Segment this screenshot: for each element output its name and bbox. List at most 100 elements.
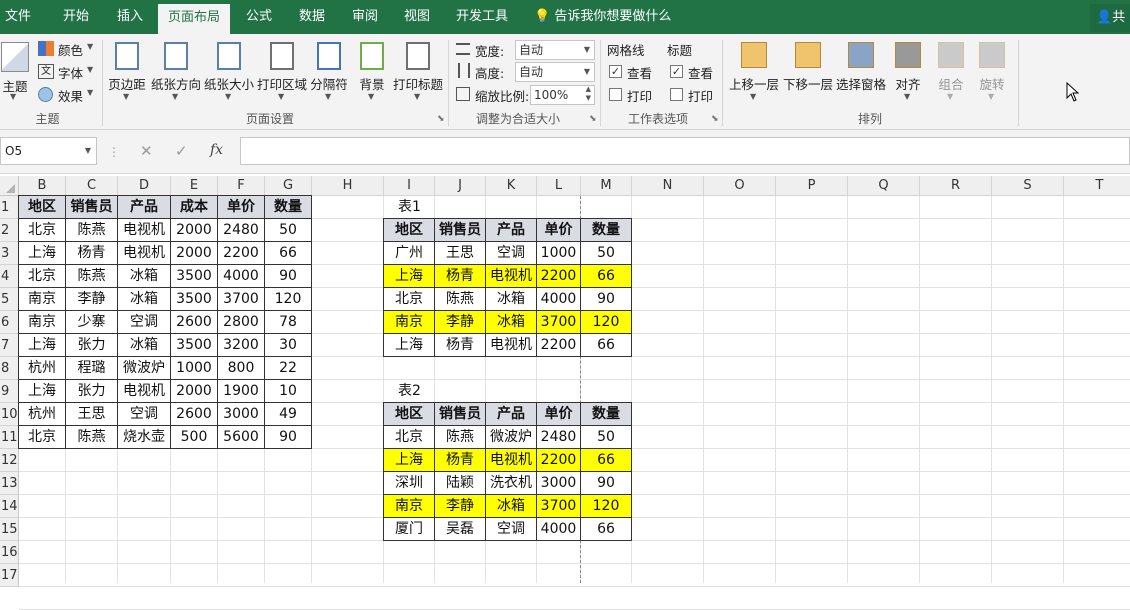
table1-cell[interactable]: 90 (581, 288, 632, 311)
table1-header[interactable]: 地区 (384, 219, 435, 242)
insert-function-button[interactable]: fx (210, 142, 223, 158)
column-header-C[interactable]: C (66, 176, 118, 196)
row-header-8[interactable]: 8 (0, 357, 19, 380)
main-table-header[interactable]: 单价 (218, 196, 265, 219)
row-header-3[interactable]: 3 (0, 242, 19, 265)
main-table-header[interactable]: 产品 (118, 196, 171, 219)
main-table-cell[interactable]: 10 (265, 380, 312, 403)
table2-cell[interactable]: 120 (581, 495, 632, 518)
rotate-button[interactable]: 旋转 ▼ (974, 40, 1010, 104)
ribbon-tab-3[interactable]: 页面布局 (158, 4, 230, 34)
main-table-cell[interactable]: 30 (265, 334, 312, 357)
height-dropdown[interactable]: 自动 ▼ (515, 62, 595, 82)
main-table-cell[interactable]: 南京 (19, 288, 66, 311)
table2-cell[interactable]: 上海 (384, 449, 435, 472)
main-table-cell[interactable]: 上海 (19, 334, 66, 357)
table1-cell[interactable]: 广州 (384, 242, 435, 265)
row-header-2[interactable]: 2 (0, 219, 19, 242)
main-table-cell[interactable]: 杭州 (19, 403, 66, 426)
row-header-17[interactable]: 17 (0, 564, 19, 587)
row-header-13[interactable]: 13 (0, 472, 19, 495)
column-header-F[interactable]: F (218, 176, 265, 196)
main-table-cell[interactable]: 2800 (218, 311, 265, 334)
row-header-15[interactable]: 15 (0, 518, 19, 541)
main-table-cell[interactable]: 1900 (218, 380, 265, 403)
table2-header[interactable]: 单价 (537, 403, 581, 426)
table1-cell[interactable]: 66 (581, 334, 632, 357)
table2-cell[interactable]: 南京 (384, 495, 435, 518)
main-table-cell[interactable]: 2600 (171, 311, 218, 334)
enter-icon[interactable]: ✓ (175, 142, 188, 160)
gridlines-print-checkbox[interactable]: 打印 (609, 86, 664, 104)
table2-cell[interactable]: 陆颖 (435, 472, 486, 495)
row-header-9[interactable]: 9 (0, 380, 19, 403)
table1-cell[interactable]: 1000 (537, 242, 581, 265)
main-table-cell[interactable]: 张力 (66, 334, 118, 357)
main-table-cell[interactable]: 3500 (171, 288, 218, 311)
row-header-4[interactable]: 4 (0, 265, 19, 288)
table1-cell[interactable]: 3700 (537, 311, 581, 334)
table2-cell[interactable]: 微波炉 (486, 426, 537, 449)
column-header-E[interactable]: E (171, 176, 218, 196)
table2-cell[interactable]: 深圳 (384, 472, 435, 495)
main-table-header[interactable]: 地区 (19, 196, 66, 219)
table2-cell[interactable]: 3700 (537, 495, 581, 518)
ribbon-tab-1[interactable]: 开始 (44, 0, 108, 34)
table1-cell[interactable]: 冰箱 (486, 311, 537, 334)
table2-cell[interactable]: 厦门 (384, 518, 435, 541)
column-header-S[interactable]: S (992, 176, 1064, 196)
main-table-cell[interactable]: 3500 (171, 265, 218, 288)
table1-cell[interactable]: 空调 (486, 242, 537, 265)
main-table-cell[interactable]: 500 (171, 426, 218, 449)
tell-me-search[interactable]: 💡 告诉我你想要做什么 (534, 0, 671, 34)
column-header-O[interactable]: O (704, 176, 776, 196)
row-header-7[interactable]: 7 (0, 334, 19, 357)
table1-cell[interactable]: 王思 (435, 242, 486, 265)
main-table-cell[interactable]: 北京 (19, 219, 66, 242)
formula-bar-splitter[interactable]: ⋮ (108, 145, 120, 159)
column-header-N[interactable]: N (632, 176, 704, 196)
main-table-cell[interactable]: 2000 (171, 242, 218, 265)
ribbon-tab-5[interactable]: 数据 (288, 0, 336, 34)
scale-spinner[interactable]: 100% ▲ ▼ (530, 85, 595, 105)
headings-print-checkbox[interactable]: 打印 (670, 86, 725, 104)
breaks-button[interactable]: 分隔符 ▼ (308, 40, 350, 104)
table1-cell[interactable]: 陈燕 (435, 288, 486, 311)
formula-input[interactable] (240, 137, 1130, 165)
main-table-cell[interactable]: 120 (265, 288, 312, 311)
selection-pane-button[interactable]: 选择窗格 (834, 40, 888, 104)
main-table-cell[interactable]: 北京 (19, 426, 66, 449)
ribbon-tab-4[interactable]: 公式 (234, 0, 284, 34)
themes-button[interactable]: 主题 ▼ (0, 40, 32, 101)
ribbon-tab-2[interactable]: 插入 (104, 0, 156, 34)
group-button[interactable]: 组合 ▼ (932, 40, 970, 104)
row-header-12[interactable]: 12 (0, 449, 19, 472)
main-table-cell[interactable]: 1000 (171, 357, 218, 380)
row-header-10[interactable]: 10 (0, 403, 19, 426)
dialog-launcher-icon[interactable]: ⬊ (589, 114, 597, 124)
bring-forward-button[interactable]: 上移一层 ▼ (728, 40, 780, 104)
main-table-cell[interactable]: 2000 (171, 380, 218, 403)
main-table-cell[interactable]: 49 (265, 403, 312, 426)
main-table-cell[interactable]: 2480 (218, 219, 265, 242)
table1-cell[interactable]: 120 (581, 311, 632, 334)
orientation-button[interactable]: 纸张方向 ▼ (150, 40, 202, 104)
main-table-cell[interactable]: 上海 (19, 380, 66, 403)
table2-header[interactable]: 产品 (486, 403, 537, 426)
table2-cell[interactable]: 50 (581, 426, 632, 449)
table2-cell[interactable]: 电视机 (486, 449, 537, 472)
table2-cell[interactable]: 空调 (486, 518, 537, 541)
main-table-cell[interactable]: 杭州 (19, 357, 66, 380)
main-table-cell[interactable]: 电视机 (118, 380, 171, 403)
main-table-cell[interactable]: 66 (265, 242, 312, 265)
main-table-cell[interactable]: 3700 (218, 288, 265, 311)
table2-header[interactable]: 销售员 (435, 403, 486, 426)
column-header-R[interactable]: R (920, 176, 992, 196)
main-table-cell[interactable]: 2200 (218, 242, 265, 265)
main-table-cell[interactable]: 78 (265, 311, 312, 334)
table2-cell[interactable]: 北京 (384, 426, 435, 449)
main-table-cell[interactable]: 电视机 (118, 242, 171, 265)
main-table-cell[interactable]: 3500 (171, 334, 218, 357)
main-table-cell[interactable]: 少寨 (66, 311, 118, 334)
ribbon-tab-8[interactable]: 开发工具 (446, 0, 518, 34)
